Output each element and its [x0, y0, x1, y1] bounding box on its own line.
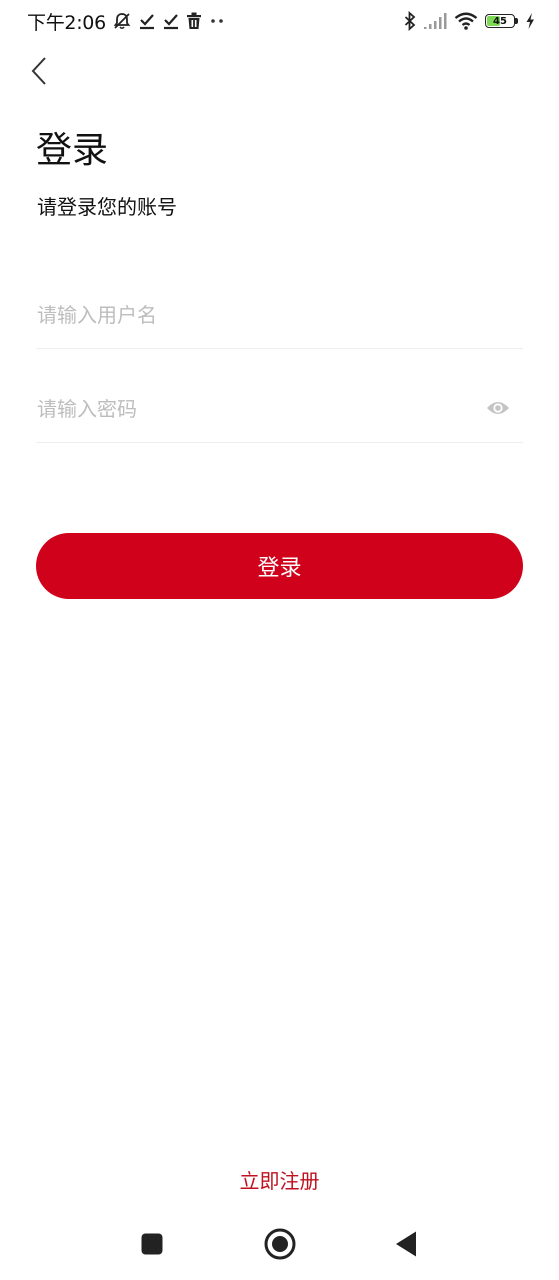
- charging-icon: [525, 12, 535, 30]
- password-field: [36, 377, 523, 443]
- home-icon: [264, 1228, 296, 1260]
- password-input[interactable]: [36, 377, 467, 441]
- home-button[interactable]: [258, 1224, 302, 1264]
- username-field: [36, 283, 523, 349]
- status-time: 下午2:06: [27, 11, 106, 34]
- recent-apps-button[interactable]: [130, 1224, 174, 1264]
- page-title: 登录: [36, 130, 109, 171]
- signal-icon: [423, 12, 447, 30]
- back-triangle-icon: [396, 1231, 416, 1257]
- more-dots-icon: [208, 16, 226, 26]
- bluetooth-icon: [404, 11, 416, 31]
- trash-icon: [186, 12, 202, 30]
- eye-icon[interactable]: [485, 395, 511, 421]
- battery-level: 45: [493, 15, 507, 27]
- login-button[interactable]: 登录: [36, 533, 523, 599]
- battery-icon: 45: [485, 14, 518, 28]
- status-right-group: 45: [404, 8, 535, 34]
- nav-back-button[interactable]: [384, 1224, 428, 1264]
- page-subtitle: 请登录您的账号: [37, 195, 177, 219]
- status-left-group: 下午2:06: [27, 8, 226, 34]
- register-link[interactable]: 立即注册: [0, 1164, 559, 1198]
- download-done-icon: [138, 12, 156, 30]
- download-done-icon: [162, 12, 180, 30]
- mute-notification-icon: [112, 11, 132, 31]
- wifi-icon: [454, 12, 478, 30]
- username-input[interactable]: [36, 283, 467, 347]
- back-chevron-icon: [31, 57, 46, 85]
- back-button[interactable]: [22, 52, 56, 90]
- recent-apps-icon: [141, 1233, 163, 1255]
- navigation-bar: [0, 1210, 559, 1280]
- status-bar: 下午2:06 45: [0, 0, 559, 40]
